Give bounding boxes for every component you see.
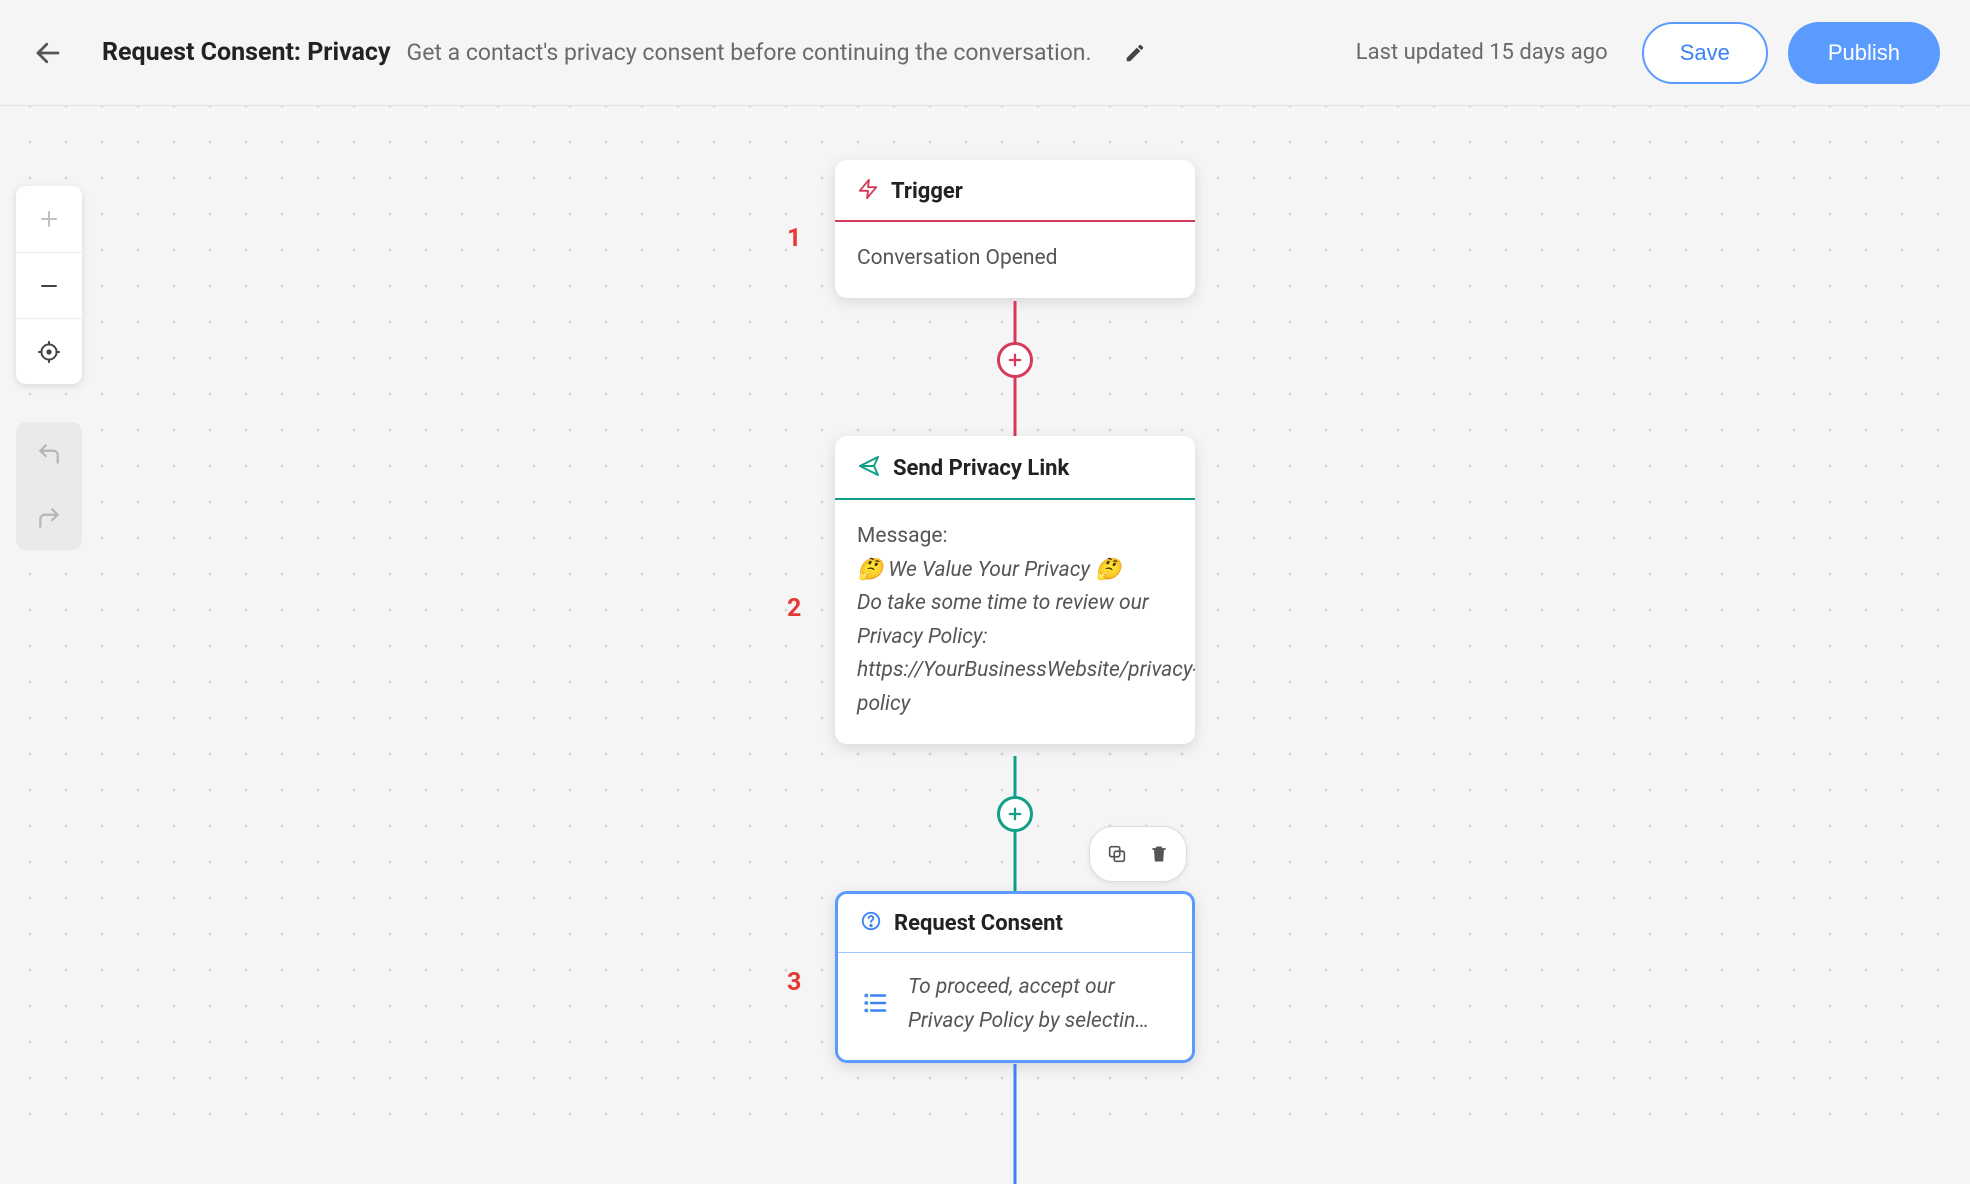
message-line-1: 🤔 We Value Your Privacy 🤔: [857, 554, 1173, 588]
delete-node-button[interactable]: [1138, 833, 1180, 875]
workflow-canvas[interactable]: 1 2 3 Trigger Conversation Opened: [0, 106, 1970, 1128]
node-send-privacy-link[interactable]: Send Privacy Link Message: 🤔 We Value Yo…: [835, 436, 1195, 744]
header: Request Consent: Privacy Get a contact's…: [0, 0, 1970, 106]
node-consent-body: To proceed, accept our Privacy Policy by…: [838, 953, 1192, 1060]
node-send-body: Message: 🤔 We Value Your Privacy 🤔 Do ta…: [835, 500, 1195, 744]
list-icon: [860, 988, 890, 1022]
step-number-1: 1: [787, 224, 801, 253]
step-number-2: 2: [787, 594, 801, 623]
last-updated-text: Last updated 15 days ago: [1356, 40, 1608, 65]
node-trigger[interactable]: Trigger Conversation Opened: [835, 160, 1195, 298]
edit-title-button[interactable]: [1120, 38, 1150, 68]
node-send-title: Send Privacy Link: [893, 456, 1069, 481]
zoom-out-button[interactable]: [16, 252, 82, 318]
send-icon: [857, 454, 881, 482]
node-request-consent[interactable]: Request Consent To proceed, accept our P…: [835, 891, 1195, 1063]
message-line-3: https://YourBusinessWebsite/privacy-poli…: [857, 654, 1173, 721]
copy-node-button[interactable]: [1096, 833, 1138, 875]
history-controls: [16, 422, 82, 550]
workflow-subtitle: Get a contact's privacy consent before c…: [407, 39, 1092, 66]
add-step-1[interactable]: [997, 342, 1033, 378]
node-trigger-title: Trigger: [891, 179, 963, 204]
center-button[interactable]: [16, 318, 82, 384]
node-trigger-body: Conversation Opened: [835, 222, 1195, 298]
save-button[interactable]: Save: [1642, 22, 1768, 84]
node-consent-message: To proceed, accept our Privacy Policy by…: [908, 971, 1170, 1038]
back-button[interactable]: [30, 35, 66, 71]
message-line-2: Do take some time to review our Privacy …: [857, 587, 1173, 654]
question-icon: [860, 910, 882, 936]
zoom-in-button[interactable]: [16, 186, 82, 252]
workflow-title: Request Consent: Privacy: [102, 38, 391, 67]
message-label: Message:: [857, 520, 1173, 554]
redo-button[interactable]: [16, 486, 82, 550]
step-number-3: 3: [787, 968, 801, 997]
connector-3: [1014, 1064, 1017, 1184]
add-step-2[interactable]: [997, 796, 1033, 832]
bolt-icon: [857, 178, 879, 204]
zoom-controls: [16, 186, 82, 384]
node-consent-title: Request Consent: [894, 911, 1063, 936]
undo-button[interactable]: [16, 422, 82, 486]
node-context-toolbar: [1089, 826, 1187, 882]
publish-button[interactable]: Publish: [1788, 22, 1940, 84]
